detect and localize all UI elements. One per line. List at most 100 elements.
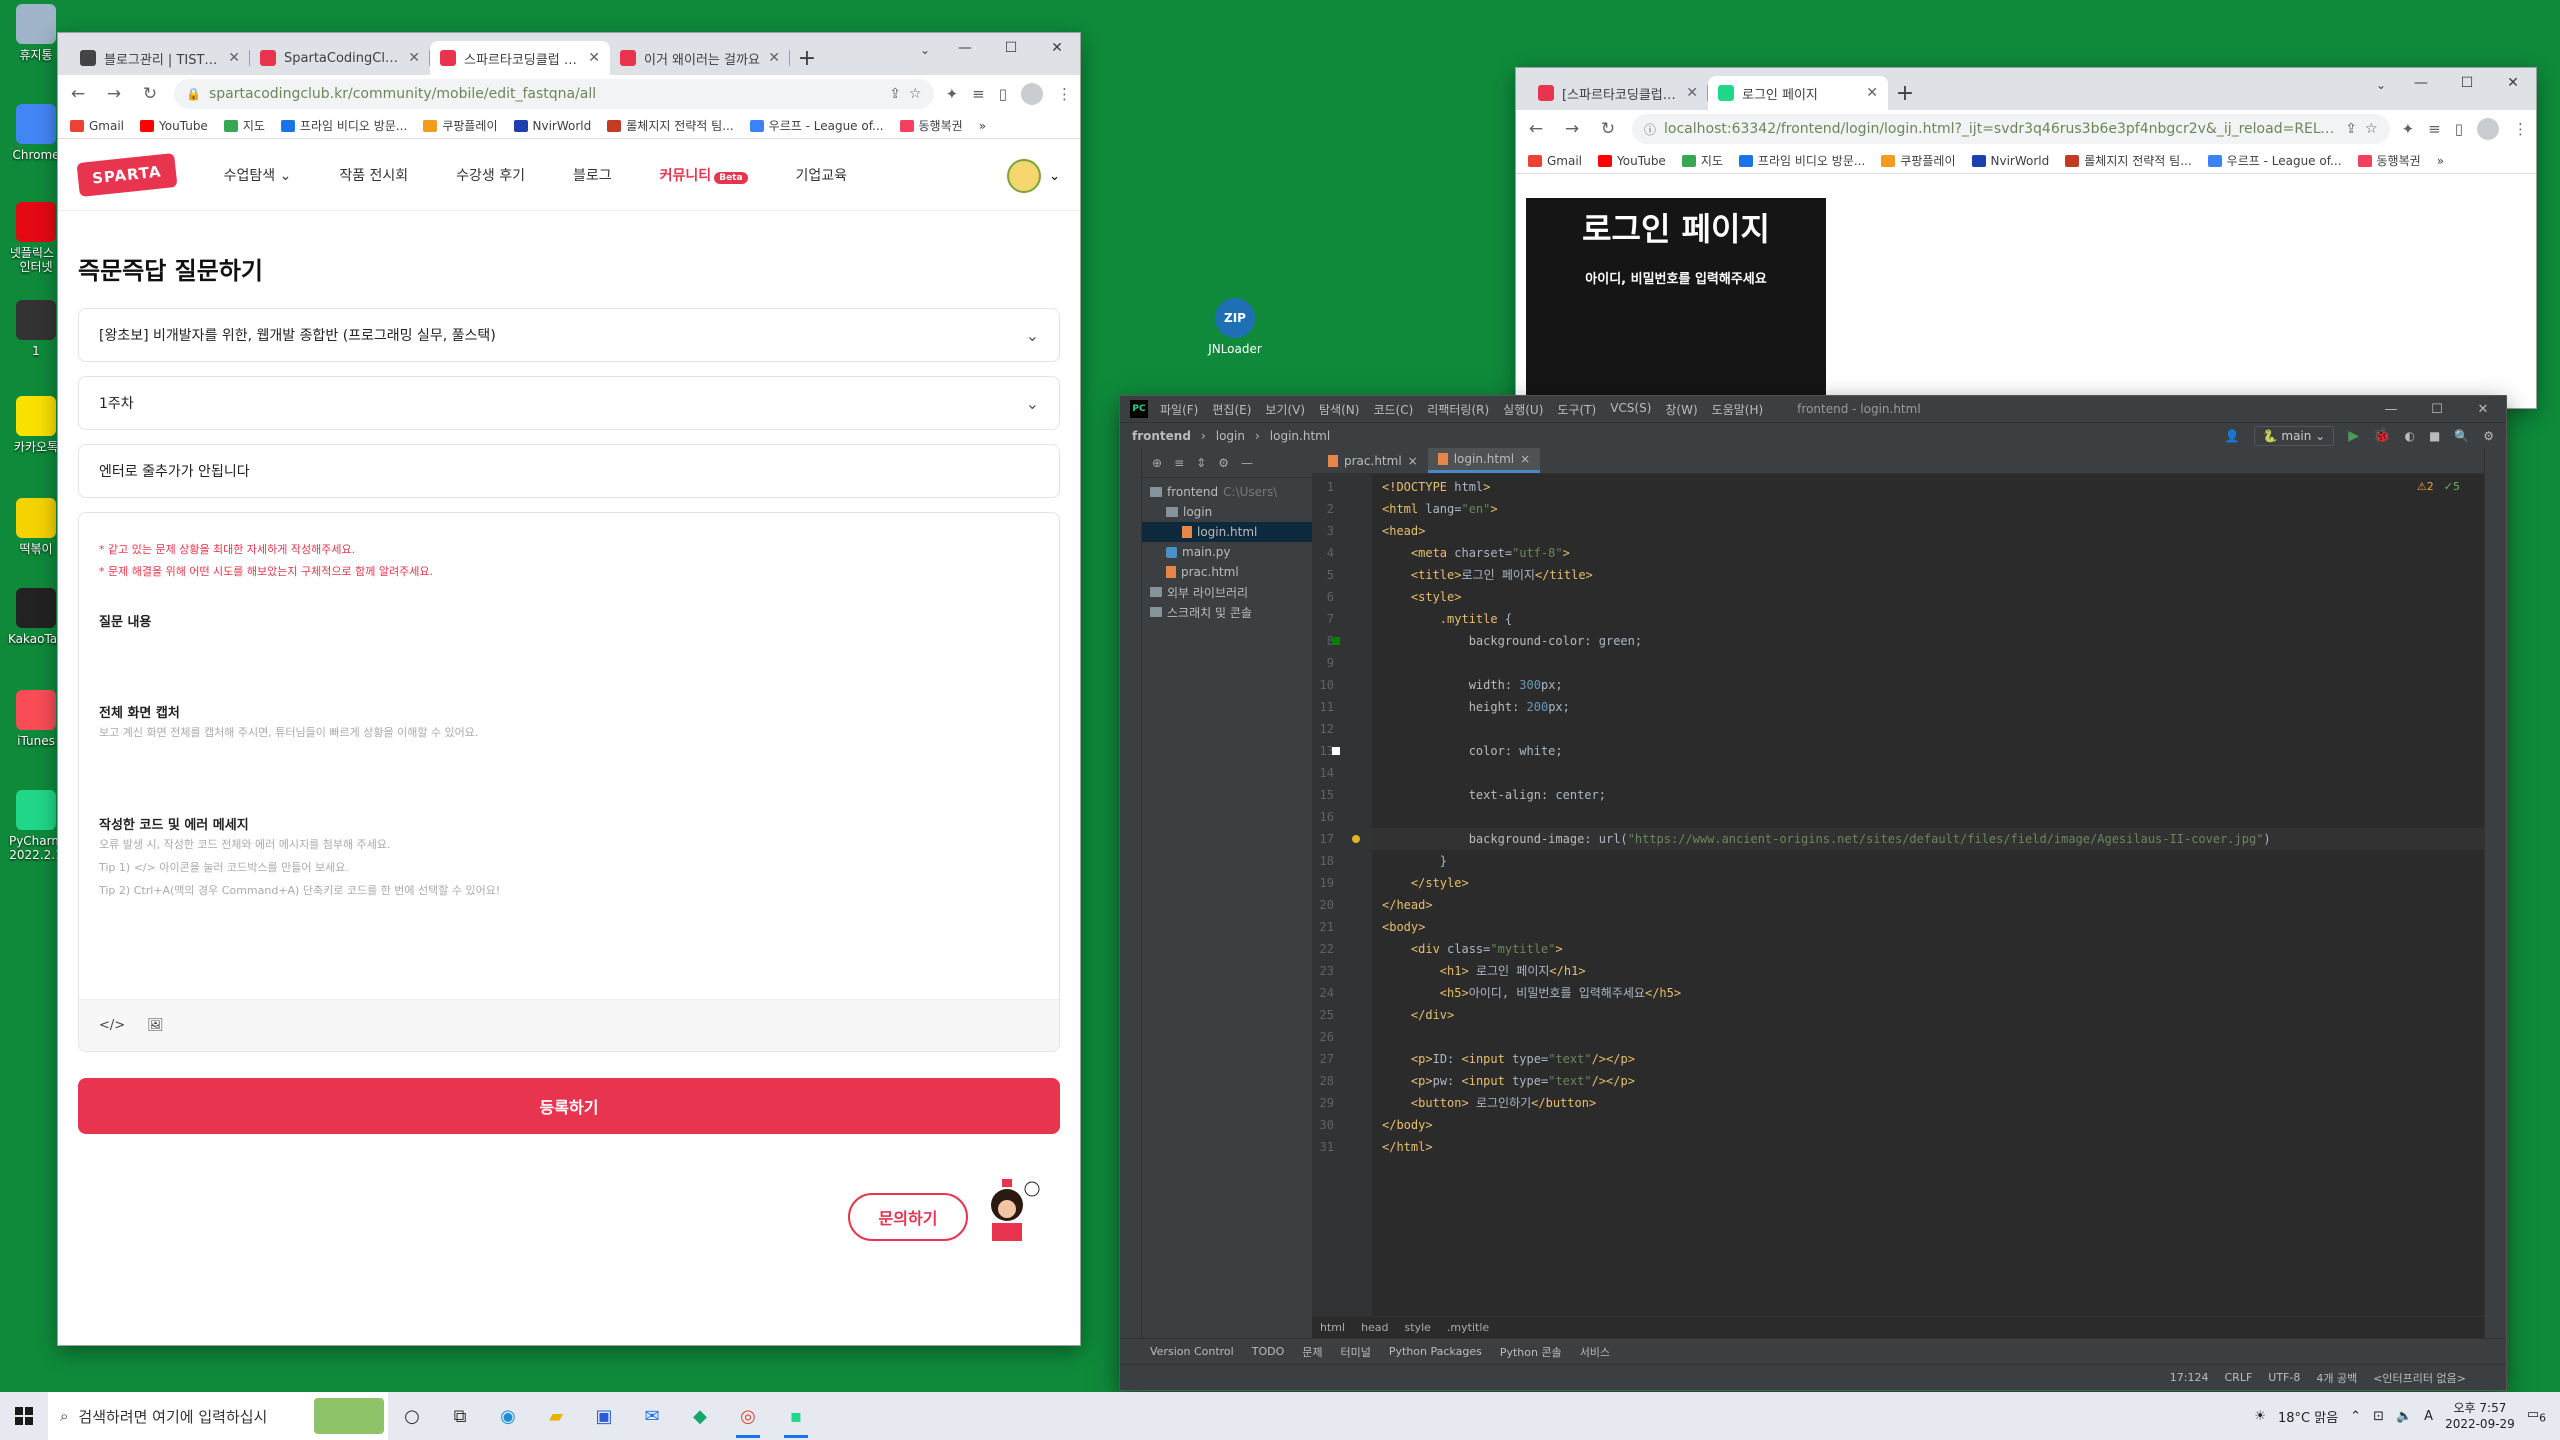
nav-item-showcase[interactable]: 작품 전시회 xyxy=(339,165,408,185)
tool-window-tab[interactable]: 서비스 xyxy=(1580,1344,1610,1360)
bookmark-item[interactable]: NvirWorld xyxy=(513,119,591,133)
bookmark-star-icon[interactable]: ☆ xyxy=(2365,121,2378,137)
tree-item[interactable]: 스크래치 및 콘솔 xyxy=(1142,602,1312,622)
tool-window-tab[interactable]: TODO xyxy=(1252,1345,1285,1358)
code-block-icon[interactable]: </> xyxy=(99,1018,125,1033)
tool-window-tab[interactable]: Python Packages xyxy=(1389,1345,1482,1358)
close-icon[interactable]: ✕ xyxy=(1866,85,1878,101)
reading-list-icon[interactable]: ≡ xyxy=(2428,120,2441,138)
reload-icon[interactable]: ↻ xyxy=(138,84,162,104)
minimize-button[interactable]: — xyxy=(2398,68,2444,98)
maximize-button[interactable]: ☐ xyxy=(2444,68,2490,98)
debug-icon[interactable]: 🐞 xyxy=(2373,428,2390,444)
close-icon[interactable]: × xyxy=(1408,454,1418,468)
menu-item[interactable]: 보기(V) xyxy=(1265,401,1305,418)
profile-avatar[interactable] xyxy=(2477,118,2499,140)
network-icon[interactable]: ⊡ xyxy=(2373,1409,2384,1424)
address-bar[interactable]: 🔒 spartacodingclub.kr/community/mobile/e… xyxy=(174,79,934,109)
clock[interactable]: 오후 7:57 2022-09-29 xyxy=(2445,1400,2515,1432)
edge-icon[interactable]: ◉ xyxy=(484,1392,532,1440)
nav-item-community[interactable]: 커뮤니티 Beta xyxy=(660,165,748,185)
sparta-logo[interactable]: SPARTA xyxy=(76,152,178,197)
browser-tab[interactable]: 로그인 페이지 ✕ xyxy=(1708,76,1888,110)
bookmark-item[interactable]: 지도 xyxy=(223,117,265,134)
desktop-icon[interactable]: iTunes xyxy=(8,690,64,748)
bookmark-item[interactable]: 쿠팡플레이 xyxy=(423,117,498,134)
coverage-icon[interactable]: ◐ xyxy=(2404,429,2414,443)
close-button[interactable]: ✕ xyxy=(2460,396,2506,422)
expand-icon[interactable]: ⇕ xyxy=(1196,456,1206,477)
bookmark-item[interactable]: Gmail xyxy=(1528,154,1582,168)
bookmark-item[interactable]: 프라임 비디오 방문... xyxy=(280,117,407,134)
status-item[interactable]: CRLF xyxy=(2225,1371,2253,1384)
ime-icon[interactable]: A xyxy=(2424,1409,2433,1424)
mail-icon[interactable]: ✉ xyxy=(628,1392,676,1440)
question-editor[interactable]: * 같고 있는 문제 상황을 최대한 자세하게 작성해주세요. * 문제 해결을… xyxy=(78,512,1060,1052)
image-icon[interactable]: 🖼 xyxy=(147,1018,164,1033)
file-explorer-icon[interactable]: ▰ xyxy=(532,1392,580,1440)
weather-text[interactable]: 18°C 맑음 xyxy=(2278,1407,2338,1426)
gear-icon[interactable]: ⚙ xyxy=(2483,429,2494,443)
profile-avatar[interactable] xyxy=(1021,83,1043,105)
bookmark-item[interactable]: 롤체지지 전략적 팀... xyxy=(2065,152,2192,169)
bookmark-item[interactable]: 우르프 - League of... xyxy=(749,117,884,134)
status-item[interactable]: 17:124 xyxy=(2170,1371,2209,1384)
close-icon[interactable]: ✕ xyxy=(768,50,780,66)
browser-tab[interactable]: 블로그관리 | TISTORY ✕ xyxy=(70,41,250,75)
share-icon[interactable]: ⇪ xyxy=(889,86,901,102)
locate-icon[interactable]: ⊕ xyxy=(1152,456,1162,477)
structure-crumb[interactable]: head xyxy=(1361,1321,1388,1334)
close-icon[interactable]: × xyxy=(1520,452,1530,466)
bookmark-item[interactable]: 동행복권 xyxy=(2357,152,2421,169)
close-icon[interactable]: ✕ xyxy=(408,50,420,66)
minimize-button[interactable]: — xyxy=(942,33,988,63)
maximize-button[interactable]: ☐ xyxy=(988,33,1034,63)
subject-input[interactable]: 엔터로 줄추가가 안됩니다 xyxy=(78,444,1060,498)
course-select[interactable]: [왕초보] 비개발자를 위한, 웹개발 종합반 (프로그래밍 실무, 풀스택) … xyxy=(78,308,1060,362)
desktop-icon-jnloader[interactable]: ZIP JNLoader xyxy=(1200,298,1270,356)
tree-item[interactable]: prac.html xyxy=(1142,562,1312,582)
desktop-icon[interactable]: PyCharm 2022.2.1 xyxy=(8,790,64,862)
tree-item[interactable]: frontend C:\Users\ xyxy=(1142,482,1312,502)
structure-crumb[interactable]: .mytitle xyxy=(1447,1321,1489,1334)
code-area[interactable]: 1 <!DOCTYPE html> 2 <html lang="en"> 3 <head>… xyxy=(1320,474,2484,1316)
user-icon[interactable]: 👤 xyxy=(2225,429,2240,443)
browser-tab[interactable]: 스파르타코딩클럽 | 즉 ✕ xyxy=(430,41,610,75)
gear-icon[interactable]: ⚙ xyxy=(1218,456,1229,477)
bookmark-star-icon[interactable]: ☆ xyxy=(909,86,922,102)
submit-button[interactable]: 등록하기 xyxy=(78,1078,1060,1134)
store-icon[interactable]: ▣ xyxy=(580,1392,628,1440)
search-icon[interactable]: 🔍 xyxy=(2454,429,2469,443)
status-item[interactable]: UTF-8 xyxy=(2268,1371,2300,1384)
hide-icon[interactable]: — xyxy=(1241,456,1253,477)
menu-item[interactable]: 도움말(H) xyxy=(1712,401,1764,418)
notification-icon[interactable]: ▭6 xyxy=(2527,1407,2546,1425)
tool-window-tab[interactable]: Python 콘솔 xyxy=(1500,1344,1562,1360)
app-icon[interactable]: ◆ xyxy=(676,1392,724,1440)
reading-list-icon[interactable]: ≡ xyxy=(972,85,985,103)
tree-item[interactable]: 외부 라이브러리 xyxy=(1142,582,1312,602)
browser-tab[interactable]: [스파르타코딩클럽] 웹개발 종합... ✕ xyxy=(1528,76,1708,110)
browser-tab[interactable]: 이거 왜이러는 걸까요 ✕ xyxy=(610,41,790,75)
more-bookmarks-icon[interactable]: » xyxy=(979,119,986,133)
crumb-folder[interactable]: login xyxy=(1216,429,1245,443)
side-panel-icon[interactable]: ▯ xyxy=(2455,120,2463,138)
desktop-icon[interactable]: 넷플릭스 - 인터넷 xyxy=(8,202,64,274)
menu-icon[interactable]: ⋮ xyxy=(1057,85,1072,103)
maximize-button[interactable]: ☐ xyxy=(2414,396,2460,422)
tray-chevron-icon[interactable]: ⌃ xyxy=(2350,1409,2361,1424)
tool-window-tab[interactable]: Version Control xyxy=(1150,1345,1234,1358)
tree-item[interactable]: main.py xyxy=(1142,542,1312,562)
tab-search-icon[interactable]: ⌄ xyxy=(920,43,930,57)
bookmark-item[interactable]: 동행복권 xyxy=(899,117,963,134)
desktop-icon[interactable]: Chrome xyxy=(8,104,64,162)
desktop-icon[interactable]: 카카오톡 xyxy=(8,396,64,454)
bookmark-item[interactable]: YouTube xyxy=(1598,154,1666,168)
user-menu[interactable]: ⌄ xyxy=(1007,159,1060,193)
close-icon[interactable]: ✕ xyxy=(1686,85,1698,101)
close-button[interactable]: ✕ xyxy=(2490,68,2536,98)
start-button[interactable] xyxy=(0,1392,48,1440)
close-button[interactable]: ✕ xyxy=(1034,33,1080,63)
desktop-icon[interactable]: KakaoTalk_ xyxy=(8,588,73,646)
tree-item[interactable]: login.html xyxy=(1142,522,1312,542)
